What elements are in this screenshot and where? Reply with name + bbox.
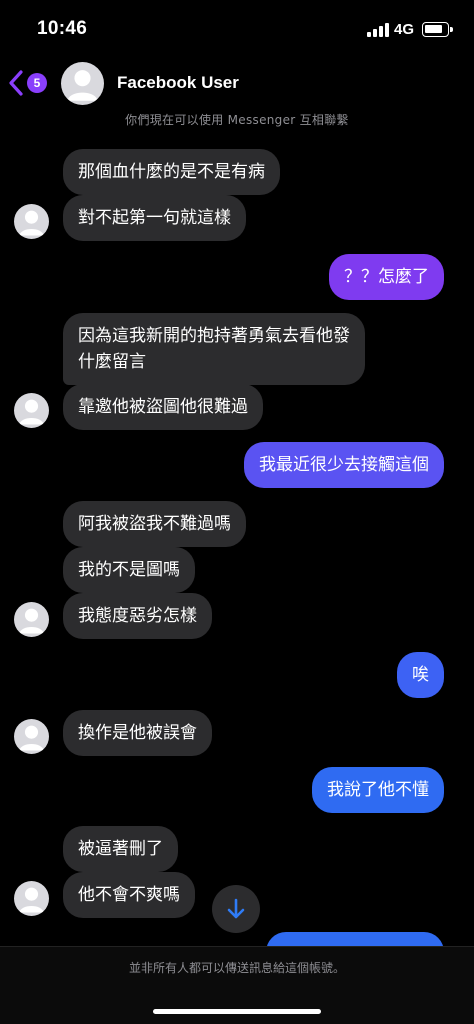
message-bubble-outgoing[interactable]: 我說了他不懂 <box>312 767 444 813</box>
default-avatar-icon <box>19 399 44 425</box>
status-time: 10:46 <box>37 18 88 39</box>
composer-disabled-footer: 並非所有人都可以傳送訊息給這個帳號。 <box>0 946 474 1024</box>
default-avatar-icon <box>67 70 98 101</box>
messaging-restriction-notice: 並非所有人都可以傳送訊息給這個帳號。 <box>128 961 345 975</box>
home-indicator[interactable] <box>153 1009 321 1014</box>
message-text: 換作是他被誤會 <box>78 723 197 743</box>
message-bubble-incoming[interactable]: 對不起第一句就這樣 <box>63 195 246 241</box>
connection-notice: 你們現在可以使用 Messenger 互相聯繫 <box>125 113 349 127</box>
arrow-down-icon <box>227 898 245 919</box>
message-bubble-incoming[interactable]: 因為這我新開的抱持著勇氣去看他發 什麼留言 <box>63 313 365 385</box>
unread-badge: 5 <box>27 73 47 93</box>
battery-icon <box>422 22 453 37</box>
message-bubble-incoming[interactable]: 換作是他被誤會 <box>63 710 212 756</box>
default-avatar-icon <box>19 887 44 913</box>
back-button[interactable]: 5 <box>8 70 50 96</box>
default-avatar-icon <box>19 608 44 634</box>
sender-avatar[interactable] <box>14 719 49 754</box>
message-bubble-incoming[interactable]: 靠邀他被盜圖他很難過 <box>63 384 263 430</box>
message-bubble-incoming[interactable]: 阿我被盜我不難過嗎 <box>63 501 246 547</box>
message-text: 什麼留言 <box>78 352 146 372</box>
message-text: 被逼著刪了 <box>78 839 163 859</box>
chevron-left-icon <box>9 70 23 96</box>
sender-avatar[interactable] <box>14 204 49 239</box>
message-bubble-outgoing[interactable]: 我最近很少去接觸這個 <box>244 442 444 488</box>
signal-icon <box>367 23 389 37</box>
message-text: 我說了他不懂 <box>327 780 429 800</box>
message-text: 那個血什麼的是不是有病 <box>78 162 265 182</box>
sender-avatar[interactable] <box>14 602 49 637</box>
network-type: 4G <box>394 21 415 38</box>
default-avatar-icon <box>19 210 44 236</box>
message-bubble-outgoing[interactable]: ？？怎麼了 <box>329 254 444 300</box>
conversation-header: 5 Facebook User 你們現在可以使用 Messenger 互相聯繫 <box>0 58 474 130</box>
message-bubble-incoming[interactable]: 我的不是圖嗎 <box>63 547 195 593</box>
message-text: 我的不是圖嗎 <box>78 560 180 580</box>
message-text: 唉 <box>412 665 429 685</box>
message-bubble-outgoing[interactable]: 唉 <box>397 652 444 698</box>
contact-name[interactable]: Facebook User <box>117 73 239 93</box>
message-text: 他不會不爽嗎 <box>78 885 180 905</box>
status-bar: 10:46 4G <box>0 0 474 58</box>
default-avatar-icon <box>19 725 44 751</box>
message-text: 對不起第一句就這樣 <box>78 208 231 228</box>
message-bubble-incoming[interactable]: 他不會不爽嗎 <box>63 872 195 918</box>
sender-avatar[interactable] <box>14 393 49 428</box>
message-bubble-incoming[interactable]: 我態度惡劣怎樣 <box>63 593 212 639</box>
message-text: 我態度惡劣怎樣 <box>78 606 197 626</box>
sender-avatar[interactable] <box>14 881 49 916</box>
message-bubble-incoming[interactable]: 被逼著刪了 <box>63 826 178 872</box>
message-text: ？？怎麼了 <box>344 267 429 287</box>
contact-avatar[interactable] <box>61 62 104 105</box>
message-text: 我最近很少去接觸這個 <box>259 455 429 475</box>
scroll-to-bottom-button[interactable] <box>212 885 260 933</box>
message-bubble-incoming[interactable]: 那個血什麼的是不是有病 <box>63 149 280 195</box>
message-text: 靠邀他被盜圖他很難過 <box>78 397 248 417</box>
message-text: 因為這我新開的抱持著勇氣去看他發 <box>78 326 350 346</box>
message-text: 阿我被盜我不難過嗎 <box>78 514 231 534</box>
